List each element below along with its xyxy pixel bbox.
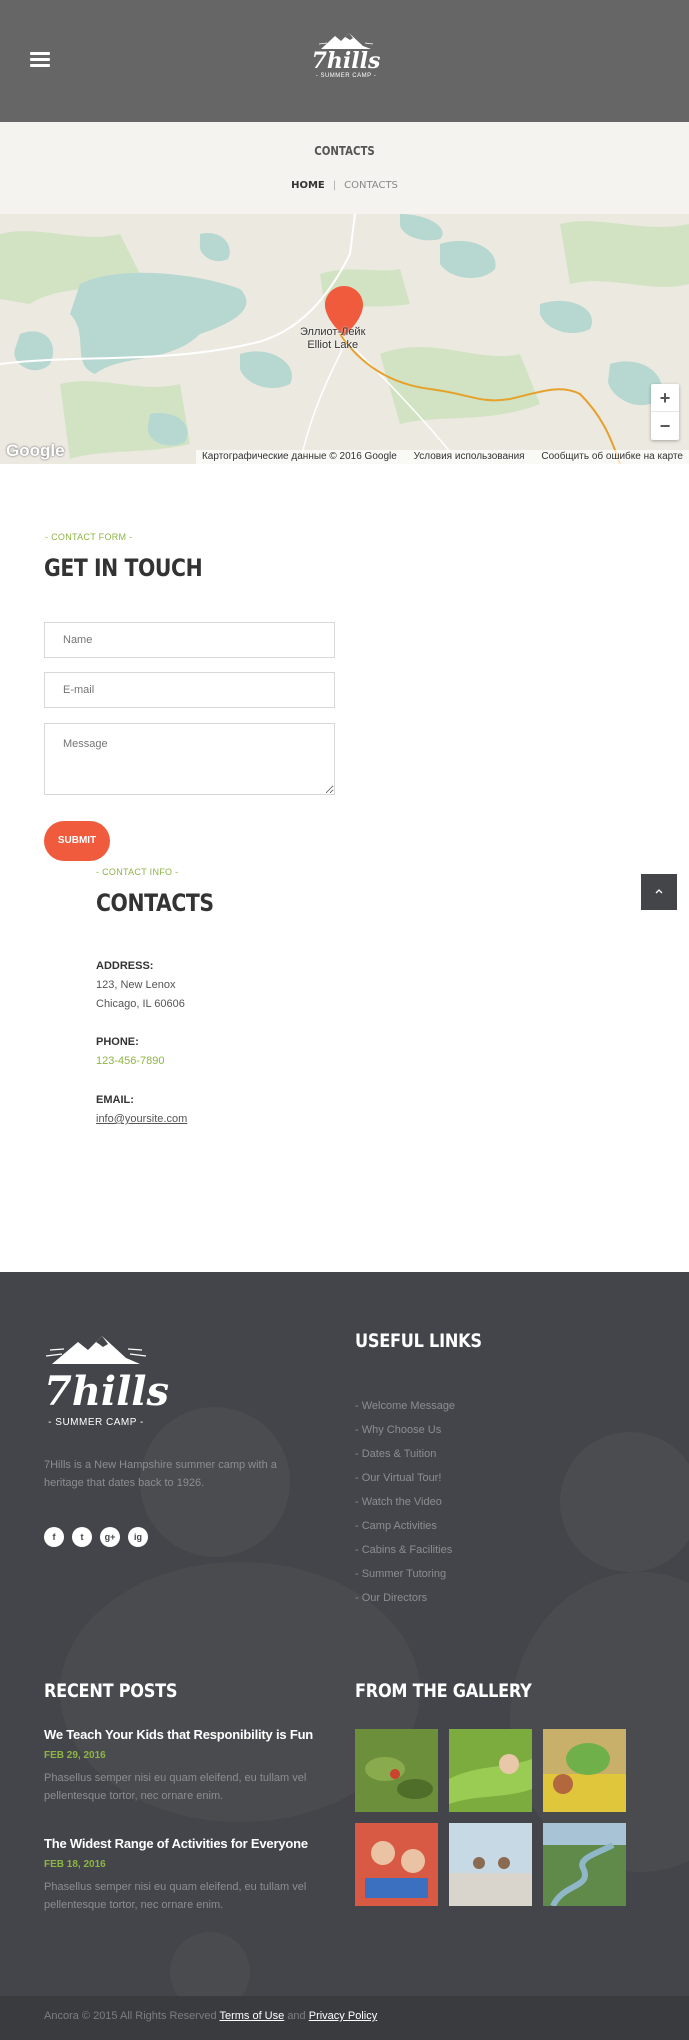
page-title: CONTACTS — [314, 144, 375, 158]
google-plus-icon[interactable]: g+ — [100, 1527, 120, 1547]
footer-logo[interactable]: 7hills - SUMMER CAMP - — [44, 1334, 170, 1428]
google-map[interactable]: Эллиот-Лейк Elliot Lake + − Google Карто… — [0, 214, 689, 464]
footer-link[interactable]: - Watch the Video — [355, 1490, 455, 1514]
zoom-out-button[interactable]: − — [651, 412, 679, 440]
gallery-heading: FROM THE GALLERY — [355, 1680, 532, 1702]
terms-link[interactable]: Terms of Use — [219, 2010, 284, 2022]
page-title-bar: CONTACTS HOME | CONTACTS — [0, 122, 689, 214]
post-excerpt: Phasellus semper nisi eu quam eleifend, … — [44, 1881, 307, 1911]
recent-posts-heading: RECENT POSTS — [44, 1680, 178, 1702]
chevron-up-icon — [655, 889, 663, 894]
gallery-thumbnail[interactable] — [543, 1729, 626, 1812]
site-logo[interactable]: 7hills - SUMMER CAMP - — [306, 32, 386, 92]
breadcrumb: HOME | CONTACTS — [0, 180, 689, 191]
contact-form-heading: GET IN TOUCH — [44, 554, 203, 582]
post-date: FEB 18, 2016 — [44, 1859, 106, 1870]
copyright-bar: Ancora © 2015 All Rights Reserved Terms … — [0, 1996, 689, 2040]
post-title-link[interactable]: The Widest Range of Activities for Every… — [44, 1836, 334, 1851]
address-line-1: 123, New Lenox — [96, 979, 176, 991]
footer-link[interactable]: - Dates & Tuition — [355, 1442, 455, 1466]
useful-links-heading: USEFUL LINKS — [355, 1330, 482, 1352]
phone-label: PHONE: — [96, 1036, 139, 1048]
footer-logo-subtitle: - SUMMER CAMP - — [48, 1417, 144, 1428]
email-link[interactable]: info@yoursite.com — [96, 1110, 187, 1129]
address-block: ADDRESS: 123, New Lenox Chicago, IL 6060… — [96, 957, 185, 1014]
post-date: FEB 29, 2016 — [44, 1750, 106, 1761]
email-label: EMAIL: — [96, 1094, 134, 1106]
email-input[interactable] — [44, 672, 335, 708]
gallery-grid — [355, 1729, 626, 1906]
map-place-label: Эллиот-Лейк Elliot Lake — [300, 326, 366, 351]
gallery-thumbnail[interactable] — [355, 1823, 438, 1906]
breadcrumb-current: CONTACTS — [344, 180, 398, 191]
instagram-icon[interactable]: ig — [128, 1527, 148, 1547]
recent-post: The Widest Range of Activities for Every… — [44, 1836, 334, 1914]
post-title-link[interactable]: We Teach Your Kids that Responibility is… — [44, 1727, 334, 1742]
map-zoom-controls: + − — [651, 384, 679, 440]
menu-icon[interactable] — [30, 52, 50, 67]
map-attribution: Картографические данные © 2016 Google — [201, 451, 397, 462]
footer-link[interactable]: - Cabins & Facilities — [355, 1538, 455, 1562]
twitter-icon[interactable]: t — [72, 1527, 92, 1547]
footer-link[interactable]: - Our Directors — [355, 1586, 455, 1610]
contact-info-tag: - CONTACT INFO - — [96, 867, 179, 877]
gallery-thumbnail[interactable] — [449, 1823, 532, 1906]
breadcrumb-home-link[interactable]: HOME — [291, 180, 325, 191]
gallery-thumbnail[interactable] — [449, 1729, 532, 1812]
map-attribution-bar: Картографические данные © 2016 Google Ус… — [195, 450, 689, 464]
google-logo[interactable]: Google — [6, 441, 65, 461]
gallery-thumbnail[interactable] — [543, 1823, 626, 1906]
useful-links-list: - Welcome Message - Why Choose Us - Date… — [355, 1394, 455, 1610]
phone-block: PHONE: 123-456-7890 — [96, 1033, 165, 1071]
address-label: ADDRESS: — [96, 960, 154, 972]
logo-text: 7hills — [311, 48, 381, 74]
footer-link[interactable]: - Welcome Message — [355, 1394, 455, 1418]
scroll-to-top-button[interactable] — [641, 874, 677, 910]
facebook-icon[interactable]: f — [44, 1527, 64, 1547]
submit-button[interactable]: SUBMIT — [44, 821, 110, 861]
footer-link[interactable]: - Summer Tutoring — [355, 1562, 455, 1586]
footer-logo-text: 7hills — [44, 1368, 170, 1415]
map-report-link[interactable]: Сообщить об ошибке на карте — [541, 451, 683, 462]
post-excerpt: Phasellus semper nisi eu quam eleifend, … — [44, 1772, 307, 1802]
contact-form-tag: - CONTACT FORM - — [45, 532, 133, 542]
footer-description: 7Hills is a New Hampshire summer camp wi… — [44, 1459, 277, 1489]
site-header: 7hills - SUMMER CAMP - — [0, 0, 689, 122]
phone-link[interactable]: 123-456-7890 — [96, 1052, 165, 1071]
copyright-and: and — [287, 2010, 306, 2022]
copyright-text: Ancora © 2015 All Rights Reserved — [44, 2010, 217, 2022]
mountain-icon — [45, 1336, 147, 1364]
footer-link[interactable]: - Our Virtual Tour! — [355, 1466, 455, 1490]
social-links: f t g+ ig — [44, 1527, 148, 1547]
site-footer: 7hills - SUMMER CAMP - 7Hills is a New H… — [0, 1272, 689, 1996]
breadcrumb-separator: | — [332, 180, 337, 191]
footer-link[interactable]: - Camp Activities — [355, 1514, 455, 1538]
footer-link[interactable]: - Why Choose Us — [355, 1418, 455, 1442]
address-line-2: Chicago, IL 60606 — [96, 998, 185, 1010]
message-textarea[interactable] — [44, 723, 335, 795]
map-terms-link[interactable]: Условия использования — [414, 451, 525, 462]
privacy-link[interactable]: Privacy Policy — [309, 2010, 377, 2022]
zoom-in-button[interactable]: + — [651, 384, 679, 412]
recent-post: We Teach Your Kids that Responibility is… — [44, 1727, 334, 1805]
contacts-heading: CONTACTS — [96, 889, 214, 917]
email-block: EMAIL: info@yoursite.com — [96, 1091, 187, 1129]
logo-subtitle: - SUMMER CAMP - — [315, 73, 377, 79]
gallery-thumbnail[interactable] — [355, 1729, 438, 1812]
name-input[interactable] — [44, 622, 335, 658]
